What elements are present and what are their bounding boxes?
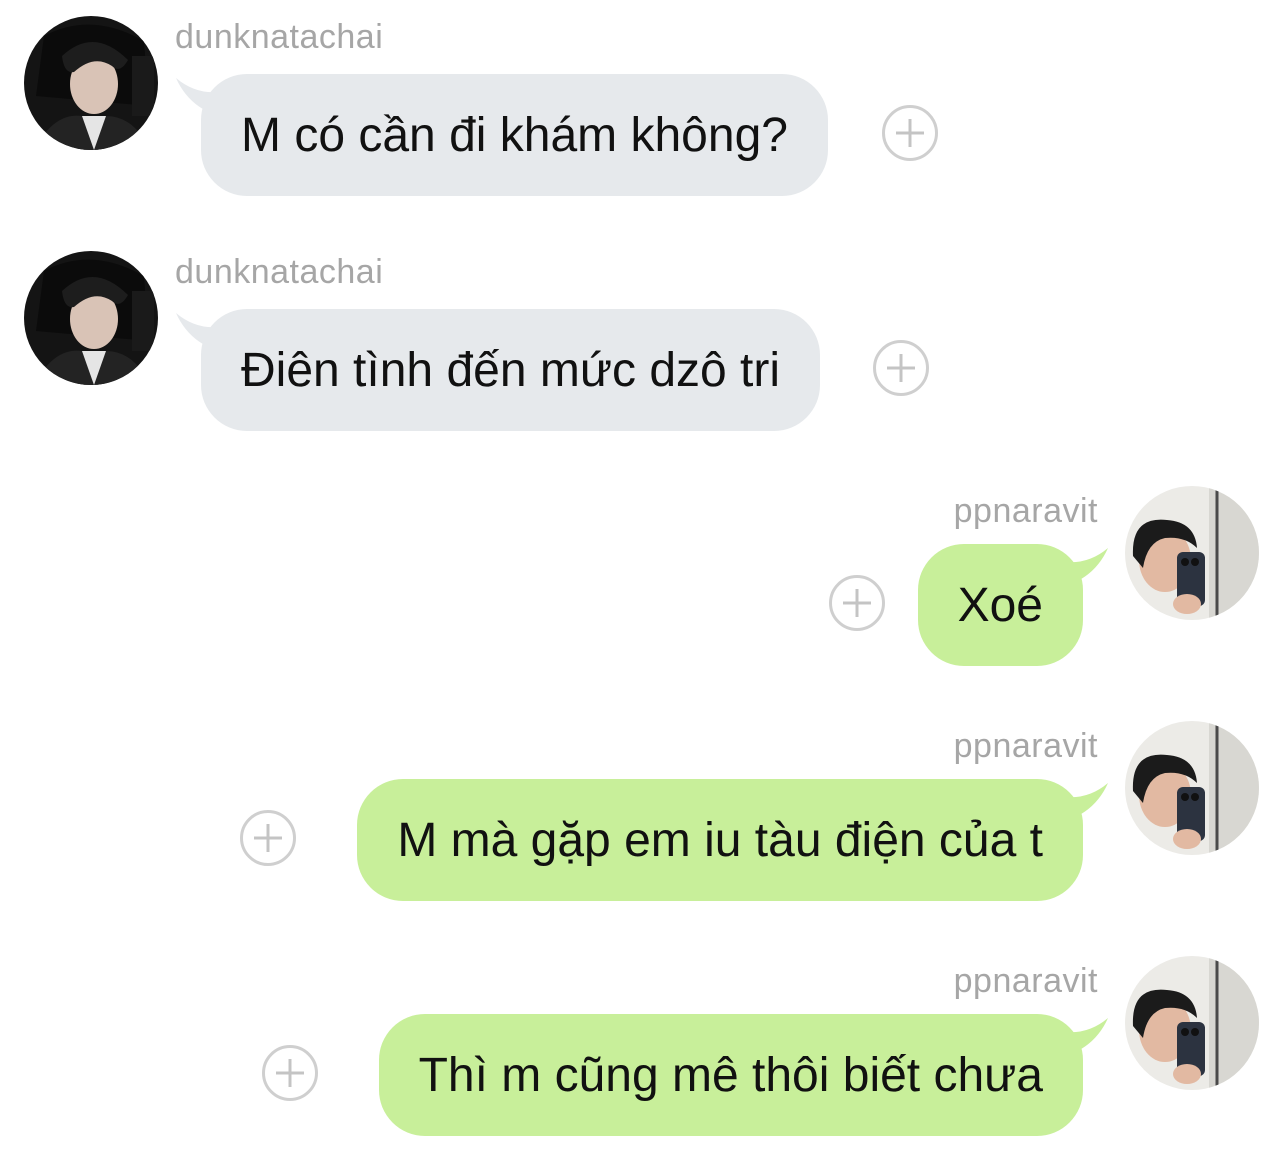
message-bubble[interactable]: M mà gặp em iu tàu điện của t bbox=[357, 779, 1083, 901]
message-text: M mà gặp em iu tàu điện của t bbox=[397, 813, 1043, 867]
message-bubble[interactable]: Thì m cũng mê thôi biết chưa bbox=[378, 1014, 1083, 1136]
avatar-ppnaravit[interactable] bbox=[1125, 486, 1259, 620]
message-row: ppnaravit Xoé bbox=[0, 486, 1284, 676]
message-bubble[interactable]: M có cần đi khám không? bbox=[201, 74, 828, 196]
sender-name: ppnaravit bbox=[953, 492, 1098, 530]
add-reaction-button[interactable] bbox=[873, 340, 929, 396]
add-reaction-button[interactable] bbox=[240, 810, 296, 866]
avatar-dunknatachai[interactable] bbox=[24, 251, 158, 385]
message-text: Thì m cũng mê thôi biết chưa bbox=[418, 1048, 1043, 1102]
message-row: ppnaravit M mà gặp em iu tàu điện của t bbox=[0, 721, 1284, 911]
message-text: M có cần đi khám không? bbox=[241, 108, 788, 162]
message-text: Xoé bbox=[957, 578, 1043, 632]
message-row: dunknatachai M có cần đi khám không? bbox=[0, 16, 1284, 206]
avatar-ppnaravit[interactable] bbox=[1125, 721, 1259, 855]
message-text: Điên tình đến mức dzô tri bbox=[241, 343, 781, 397]
avatar-photo bbox=[1125, 721, 1259, 855]
avatar-photo bbox=[24, 16, 158, 150]
message-row: dunknatachai Điên tình đến mức dzô tri bbox=[0, 251, 1284, 441]
message-bubble[interactable]: Điên tình đến mức dzô tri bbox=[201, 309, 821, 431]
add-reaction-button[interactable] bbox=[262, 1045, 318, 1101]
sender-name: ppnaravit bbox=[953, 727, 1098, 765]
sender-name: ppnaravit bbox=[953, 962, 1098, 1000]
message-bubble[interactable]: Xoé bbox=[917, 544, 1083, 666]
add-reaction-button[interactable] bbox=[829, 575, 885, 631]
avatar-photo bbox=[24, 251, 158, 385]
avatar-photo bbox=[1125, 956, 1259, 1090]
avatar-ppnaravit[interactable] bbox=[1125, 956, 1259, 1090]
avatar-photo bbox=[1125, 486, 1259, 620]
add-reaction-button[interactable] bbox=[882, 105, 938, 161]
sender-name: dunknatachai bbox=[175, 18, 384, 56]
message-row: ppnaravit Thì m cũng mê thôi biết chưa bbox=[0, 956, 1284, 1146]
sender-name: dunknatachai bbox=[175, 253, 384, 291]
avatar-dunknatachai[interactable] bbox=[24, 16, 158, 150]
